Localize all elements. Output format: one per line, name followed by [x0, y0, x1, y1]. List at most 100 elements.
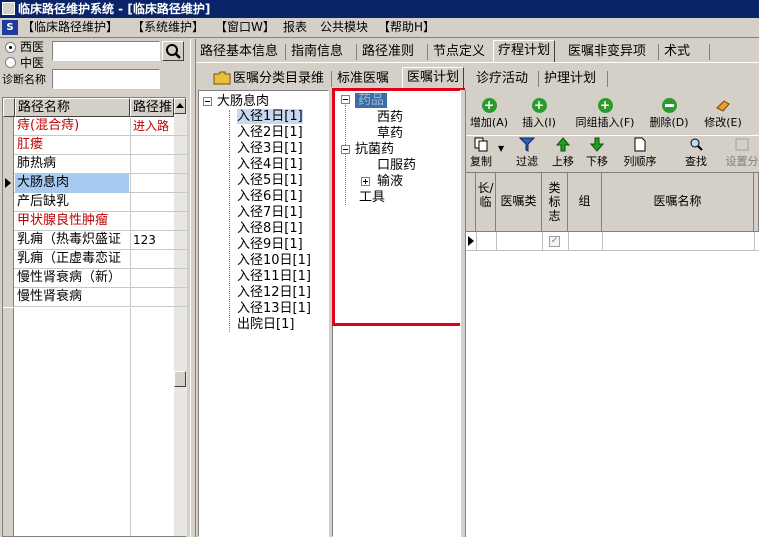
path-name-cell[interactable]: 乳痈（热毒炽盛证 [15, 231, 129, 250]
move-up-button[interactable]: 上移 [548, 137, 578, 169]
col-long-temp[interactable]: 长/临 [476, 173, 496, 232]
tab-non-variant-orders[interactable]: 医嘱非变异项 [564, 42, 650, 62]
tab-separator [709, 44, 710, 60]
col-order-name[interactable]: 医嘱名称 [602, 173, 754, 232]
menu-reports[interactable]: 报表 [283, 20, 307, 35]
western-radio[interactable] [5, 42, 16, 53]
day-tree-item[interactable]: 入径13日[1] [237, 301, 311, 316]
find-button[interactable]: 查找 [678, 137, 714, 169]
diagnosis-input[interactable] [52, 69, 160, 89]
menu-public-module[interactable]: 公共模块 [320, 20, 368, 35]
day-tree-item[interactable]: 入径5日[1] [237, 173, 303, 188]
day-tree-item[interactable]: 入径4日[1] [237, 157, 303, 172]
menu-help[interactable]: 【帮助H】 [378, 20, 435, 35]
search-button[interactable] [162, 41, 184, 61]
day-tree-item[interactable]: 入径7日[1] [237, 205, 303, 220]
menu-path-maintenance[interactable]: 【临床路径维护】 [22, 20, 118, 35]
add-button[interactable]: + 增加(A) [468, 98, 510, 130]
path-col2-cell[interactable] [130, 212, 174, 231]
table-row[interactable]: 产后缺乳 [3, 193, 187, 212]
table-row[interactable]: 痔(混合痔) 进入路 [3, 117, 187, 136]
move-down-button[interactable]: 下移 [582, 137, 612, 169]
grid-header-col2[interactable]: 路径推 [130, 98, 174, 117]
table-row[interactable]: 肺热病 [3, 155, 187, 174]
tab-basic-info[interactable]: 路径基本信息 [196, 42, 282, 62]
path-name-cell[interactable]: 慢性肾衰病（新） [15, 269, 129, 288]
insert-button[interactable]: + 插入(I) [518, 98, 560, 130]
path-name-cell[interactable]: 痔(混合痔) [15, 117, 129, 136]
tab-surgery[interactable]: 术式 [660, 42, 694, 62]
tab-standard-orders[interactable]: 标准医嘱 [333, 69, 393, 89]
tab-separator [356, 44, 357, 60]
table-row[interactable]: 慢性肾衰病 [3, 288, 187, 307]
table-row[interactable]: 乳痈（正虚毒恋证 [3, 250, 187, 269]
col-order-type[interactable]: 医嘱类 [496, 173, 542, 232]
day-tree-item[interactable]: 入径8日[1] [237, 221, 303, 236]
path-col2-cell[interactable] [130, 288, 174, 307]
scroll-thumb[interactable] [174, 371, 186, 387]
day-tree-item[interactable]: 入径2日[1] [237, 125, 303, 140]
day-tree-item[interactable]: 入径1日[1] [237, 109, 303, 124]
path-name-cell[interactable]: 产后缺乳 [15, 193, 129, 212]
day-tree-item[interactable]: 入径10日[1] [237, 253, 311, 268]
delete-icon [661, 98, 677, 113]
column-order-button[interactable]: 列顺序 [618, 137, 662, 169]
day-tree-item[interactable]: 入径6日[1] [237, 189, 303, 204]
path-col2-cell[interactable]: 123 [130, 231, 174, 250]
row-indicator [3, 155, 14, 174]
day-tree-item[interactable]: 出院日[1] [237, 317, 294, 332]
table-row[interactable]: 乳痈（热毒炽盛证 123 [3, 231, 187, 250]
table-row[interactable]: 甲状腺良性肿瘤 [3, 212, 187, 231]
path-name-cell[interactable]: 肺热病 [15, 155, 129, 174]
menu-system-maintenance[interactable]: 【系统维护】 [132, 20, 204, 35]
tab-order-plan[interactable]: 医嘱计划 [402, 67, 465, 89]
path-col2-cell[interactable] [130, 136, 174, 155]
day-tree-root[interactable]: 大肠息肉 [217, 94, 269, 109]
path-name-cell[interactable]: 大肠息肉 [15, 174, 129, 193]
delete-button[interactable]: 删除(D) [646, 98, 692, 130]
edit-button[interactable]: 修改(E) [700, 98, 746, 130]
col-group[interactable]: 组 [568, 173, 602, 232]
tab-path-criteria[interactable]: 路径准则 [358, 42, 418, 62]
grid-header-name[interactable]: 路径名称 [15, 98, 130, 117]
table-row[interactable]: 大肠息肉 [3, 174, 187, 193]
copy-button[interactable]: 复制 [466, 137, 496, 169]
collapse-icon[interactable] [203, 97, 212, 106]
path-col2-cell[interactable]: 进入路 [130, 117, 174, 136]
tab-node-definition[interactable]: 节点定义 [429, 42, 489, 62]
settings-button[interactable]: 设置分 [722, 137, 759, 169]
tab-nursing-plan[interactable]: 护理计划 [540, 69, 600, 89]
tab-treatment-plan[interactable]: 疗程计划 [493, 40, 556, 62]
path-name-cell[interactable]: 肛瘘 [15, 136, 129, 155]
table-row[interactable]: ✓ [466, 232, 759, 251]
copy-dropdown-icon[interactable]: ▼ [498, 144, 504, 153]
path-col2-cell[interactable] [130, 193, 174, 212]
col-type-flag[interactable]: 类标志 [542, 173, 568, 232]
path-name-cell[interactable]: 慢性肾衰病 [15, 288, 129, 307]
type-flag-checkbox[interactable]: ✓ [549, 236, 560, 247]
day-tree-item[interactable]: 入径3日[1] [237, 141, 303, 156]
tab-guide-info[interactable]: 指南信息 [287, 42, 347, 62]
day-tree-item[interactable]: 入径12日[1] [237, 285, 311, 300]
path-col2-cell[interactable] [130, 269, 174, 288]
arrow-up-icon [555, 137, 571, 152]
path-col2-cell[interactable] [130, 155, 174, 174]
group-insert-button[interactable]: + 同组插入(F) [570, 98, 640, 130]
path-name-cell[interactable]: 甲状腺良性肿瘤 [15, 212, 129, 231]
path-col2-cell[interactable] [130, 174, 174, 193]
tab-order-category[interactable]: 医嘱分类目录维 [209, 69, 328, 89]
filter-button[interactable]: 过滤 [512, 137, 542, 169]
day-tree-item[interactable]: 入径11日[1] [237, 269, 311, 284]
chinese-radio[interactable] [5, 57, 16, 68]
table-row[interactable]: 慢性肾衰病（新） [3, 269, 187, 288]
menu-window[interactable]: 【窗口W】 [215, 20, 275, 35]
search-input[interactable] [52, 41, 160, 61]
path-col2-cell[interactable] [130, 250, 174, 269]
table-row[interactable]: 肛瘘 [3, 136, 187, 155]
splitter[interactable] [190, 39, 196, 537]
day-tree-item[interactable]: 入径9日[1] [237, 237, 303, 252]
path-name-cell[interactable]: 乳痈（正虚毒恋证 [15, 250, 129, 269]
app-logo-icon[interactable]: S [2, 20, 18, 35]
scroll-up-button[interactable] [174, 98, 186, 114]
tab-diagnosis-activity[interactable]: 诊疗活动 [472, 69, 532, 89]
